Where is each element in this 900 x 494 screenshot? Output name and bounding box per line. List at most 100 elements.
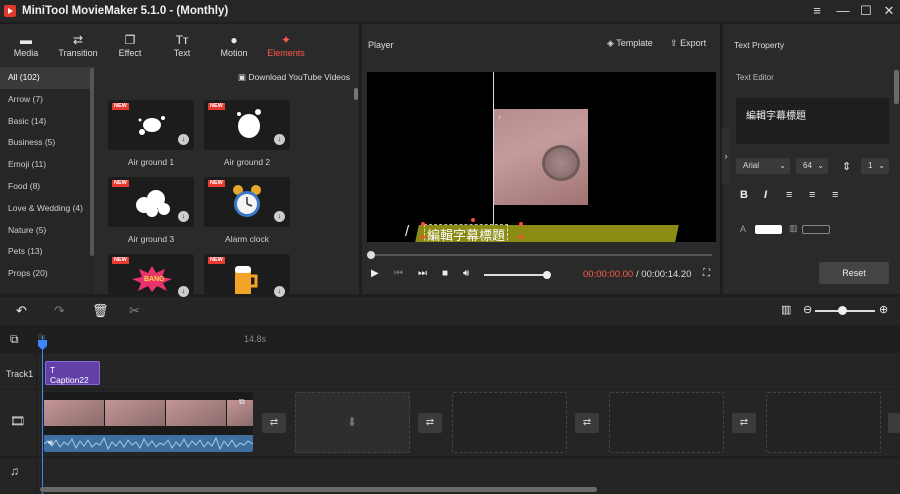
menu-icon[interactable]: ≡	[805, 2, 829, 20]
download-icon[interactable]: ↓	[274, 211, 285, 222]
maximize-button[interactable]: ☐	[854, 2, 878, 20]
transition-slot-button[interactable]: ⇄	[575, 413, 599, 433]
text-property-scrollbar[interactable]	[894, 70, 899, 104]
caption-clip[interactable]: T Caption22	[45, 361, 100, 385]
volume-knob[interactable]	[543, 271, 551, 279]
play-icon[interactable]: ▶	[371, 268, 379, 279]
align-center-icon[interactable]: ≡	[809, 189, 815, 201]
element-thumb[interactable]: NEW ↓	[204, 100, 290, 150]
category-item-food[interactable]: Food (8)	[0, 176, 94, 198]
delete-icon[interactable]: 🗑︎	[92, 303, 109, 319]
volume-slider[interactable]	[484, 274, 546, 276]
background-color-swatch[interactable]	[802, 225, 830, 234]
resize-handle[interactable]	[421, 222, 425, 226]
download-icon[interactable]: ↓	[274, 286, 285, 297]
resize-handle[interactable]	[519, 235, 523, 239]
zoom-knob[interactable]	[838, 306, 847, 315]
video-preview[interactable]: ♪ / 編輯字幕標題	[367, 72, 716, 242]
split-icon[interactable]: ✂	[129, 303, 140, 319]
download-icon[interactable]: ↓	[274, 134, 285, 145]
timeline-scrollbar[interactable]	[40, 487, 597, 492]
element-thumb[interactable]: NEW ↓	[108, 177, 194, 227]
fit-timeline-icon[interactable]: ▥	[781, 303, 791, 316]
empty-clip-slot[interactable]	[452, 392, 567, 453]
download-icon[interactable]: ↓	[178, 134, 189, 145]
folder-icon: ▬	[20, 32, 32, 47]
empty-clip-slot[interactable]: ⬇	[295, 392, 410, 453]
close-button[interactable]: ✕	[877, 2, 900, 20]
caption-text[interactable]: 編輯字幕標題	[424, 224, 509, 242]
tab-text[interactable]: Tт Text	[156, 24, 208, 66]
previous-frame-icon[interactable]: ⏮	[394, 268, 403, 279]
element-thumb[interactable]: NEW ↓	[204, 254, 290, 297]
playhead-line[interactable]	[42, 336, 43, 494]
zoom-out-icon[interactable]: ⊖	[803, 303, 812, 316]
tab-motion[interactable]: ● Motion	[208, 24, 260, 66]
font-select[interactable]: Arial ⌄	[736, 158, 790, 174]
beer-mug-graphic	[235, 266, 258, 294]
category-item-basic[interactable]: Basic (14)	[0, 111, 94, 133]
fullscreen-icon[interactable]: ⛶	[703, 268, 710, 279]
add-track-icon[interactable]: ⧉	[10, 332, 19, 347]
collapse-panel-icon[interactable]: ›	[722, 128, 730, 184]
clip-options-icon[interactable]: ⧉	[239, 397, 245, 407]
category-item-nature[interactable]: Nature (5)	[0, 220, 94, 242]
category-item-business[interactable]: Business (5)	[0, 132, 94, 154]
text-color-swatch[interactable]	[755, 225, 782, 234]
download-icon[interactable]: ↓	[178, 286, 189, 297]
redo-icon[interactable]: ↷	[54, 303, 65, 319]
tab-elements[interactable]: ✦ Elements	[260, 24, 312, 66]
reset-button[interactable]: Reset	[819, 262, 889, 284]
text-editor-input[interactable]: 編輯字幕標題	[736, 98, 889, 144]
background-color-icon: ▥	[789, 223, 798, 233]
category-item-props[interactable]: Props (20)	[0, 263, 94, 285]
air-ground-graphic	[138, 116, 165, 135]
category-item-love-wedding[interactable]: Love & Wedding (4)	[0, 198, 94, 220]
category-item-arrow[interactable]: Arrow (7)	[0, 89, 94, 111]
empty-clip-slot[interactable]	[609, 392, 724, 453]
resize-handle[interactable]	[471, 218, 475, 222]
element-thumb[interactable]: NEW ↓	[108, 100, 194, 150]
minimize-button[interactable]: —	[831, 2, 855, 20]
tab-media[interactable]: ▬ Media	[0, 24, 52, 66]
new-badge: NEW	[208, 103, 225, 110]
download-icon[interactable]: ↓	[178, 211, 189, 222]
font-size-select[interactable]: 64 ⌄	[796, 158, 828, 174]
transition-slot-button[interactable]	[888, 413, 900, 433]
playback-progress-track[interactable]	[370, 254, 712, 256]
category-item-all[interactable]: All (102)	[0, 67, 94, 89]
transition-slot-button[interactable]: ⇄	[418, 413, 442, 433]
playback-progress-knob[interactable]	[367, 251, 375, 259]
align-right-icon[interactable]: ≡	[832, 189, 838, 201]
category-item-pets[interactable]: Pets (13)	[0, 241, 94, 263]
element-thumb[interactable]: NEW BANG ↓	[108, 254, 194, 297]
coin-image	[542, 145, 580, 181]
element-thumb[interactable]: NEW ↓	[204, 177, 290, 227]
bang-text: BANG	[144, 276, 165, 283]
line-spacing-select[interactable]: 1 ⌄	[861, 158, 889, 174]
zoom-in-icon[interactable]: ⊕	[879, 303, 888, 316]
elements-scrollbar[interactable]	[354, 88, 358, 100]
italic-icon[interactable]: I	[764, 189, 767, 201]
transition-slot-button[interactable]: ⇄	[262, 413, 286, 433]
stop-icon[interactable]: ■	[442, 268, 448, 279]
empty-clip-slot[interactable]	[766, 392, 881, 453]
resize-handle[interactable]	[519, 222, 523, 226]
align-left-icon[interactable]: ≡	[786, 189, 792, 201]
tab-transition[interactable]: ⇄ Transition	[52, 24, 104, 66]
template-button[interactable]: ◈ Template	[607, 38, 653, 49]
category-item-emoji[interactable]: Emoji (11)	[0, 154, 94, 176]
next-frame-icon[interactable]: ⏭	[418, 268, 427, 279]
undo-icon[interactable]: ↶	[16, 303, 27, 319]
transition-slot-button[interactable]: ⇄	[732, 413, 756, 433]
timeline-ruler[interactable]	[0, 327, 900, 351]
category-scrollbar[interactable]	[90, 68, 94, 256]
export-button[interactable]: ⇪ Export	[670, 38, 706, 49]
volume-icon[interactable]: 🔊︎	[463, 268, 469, 279]
video-clip[interactable]: ⧉ 🔊︎	[44, 392, 253, 452]
tab-effect[interactable]: ❐ Effect	[104, 24, 156, 66]
new-badge: NEW	[208, 257, 225, 264]
resize-handle[interactable]	[421, 235, 425, 239]
download-youtube-link[interactable]: ▣ Download YouTube Videos	[238, 72, 350, 83]
bold-icon[interactable]: B	[740, 189, 748, 201]
